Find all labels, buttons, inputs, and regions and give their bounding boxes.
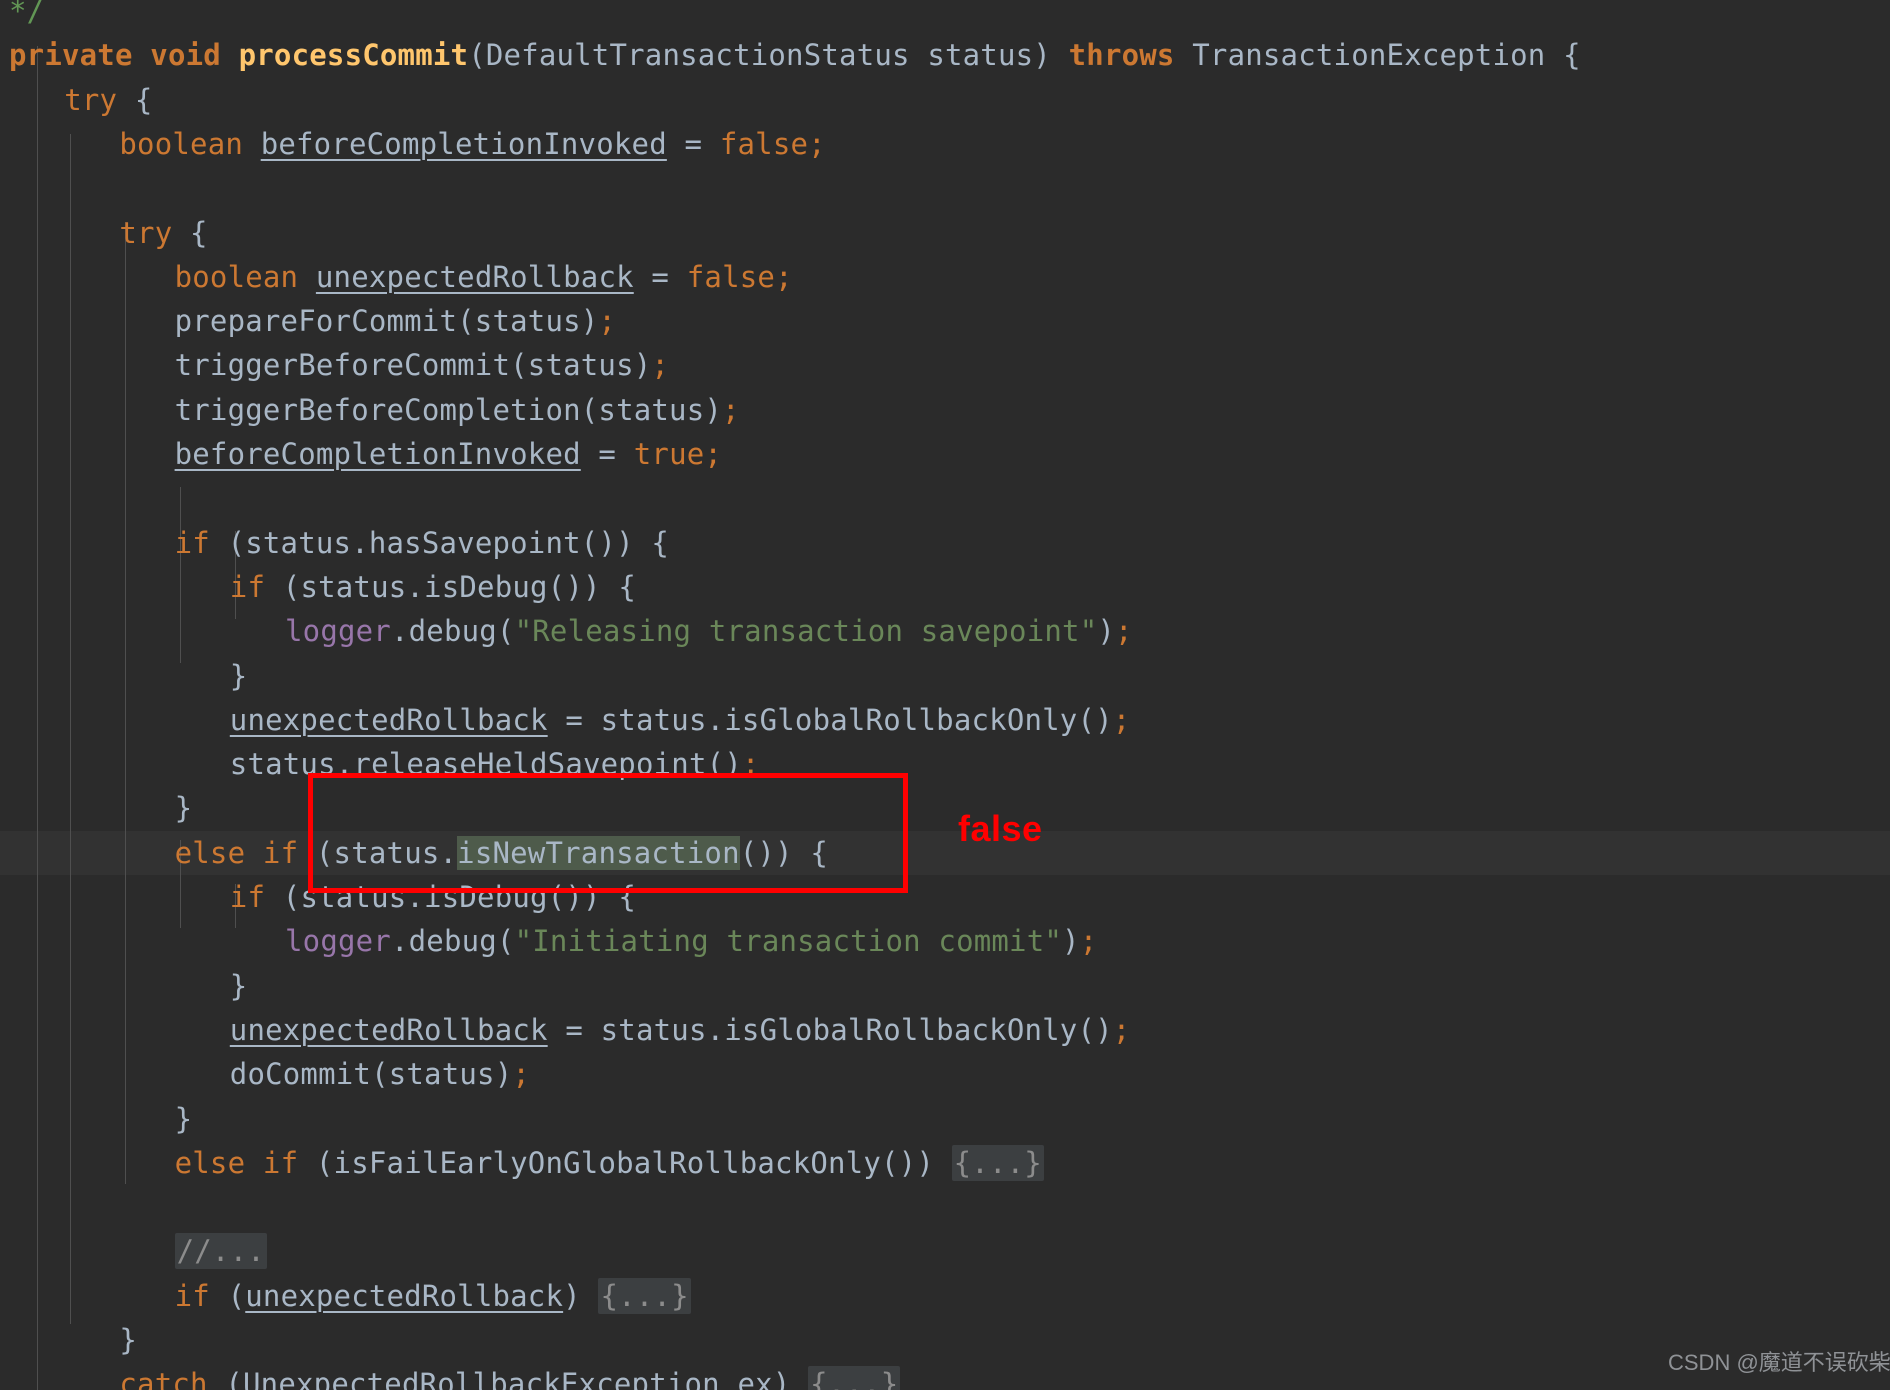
code-token: if [174,525,210,560]
code-token: {...} [808,1366,901,1390]
code-token: ) [1062,924,1080,959]
code-token: unexpectedRollback [315,259,634,294]
code-token: .debug( [390,924,515,959]
code-token: ) [1097,614,1116,649]
code-token: if [229,880,266,914]
code-token: } [119,1323,138,1357]
indent-guide [180,487,181,663]
code-token: ; [775,259,793,294]
code-token: } [174,1101,193,1136]
code-token: ; [1112,702,1131,737]
code-token: if [229,569,266,604]
code-token: unexpectedRollback [229,1012,548,1047]
code-token: (status. [298,835,458,870]
code-token: else [174,1145,246,1180]
code-token: "Initiating transaction commit" [514,924,1063,959]
code-token: ; [741,747,760,782]
code-token: = [580,437,634,471]
code-token: logger [285,614,391,649]
code-token: doCommit(status) [229,1057,513,1092]
code-token: false [719,126,809,161]
code-token: triggerBeforeCommit(status) [174,348,652,383]
code-token: ; [1079,924,1098,959]
code-token: ()) { [739,835,829,870]
code-token: beforeCompletionInvoked [260,126,667,161]
indent-guide [125,222,126,1184]
code-token: ; [1115,614,1133,649]
code-token: processCommit [238,38,469,73]
code-token: //... [174,1233,267,1270]
code-token: isNewTransaction [457,835,740,870]
code-token: ; [808,126,826,161]
code-token: (UnexpectedRollbackException ex) [207,1367,809,1390]
code-token: = status.isGlobalRollbackOnly() [547,702,1113,737]
code-token: ; [651,348,670,383]
annotation-false-label: false [958,808,1043,849]
code-token: { [117,82,153,117]
code-token: .debug( [390,614,515,649]
code-token: TransactionException { [1174,38,1581,73]
code-token: = [666,126,720,161]
code-token: {...} [598,1277,691,1314]
code-token: if [262,835,299,870]
code-token: ; [722,392,740,427]
code-token: (status.isDebug()) { [265,880,636,914]
code-token: } [174,791,193,826]
code-token: status.releaseHeldSavepoint() [229,747,742,782]
code-token: ; [512,1057,531,1092]
code-token: unexpectedRollback [245,1278,564,1313]
code-token: { [172,215,208,250]
code-token: prepareForCommit(status) [174,304,599,339]
code-token: ; [1112,1012,1131,1047]
indent-guide [37,46,38,1390]
code-token: try [64,82,118,117]
code-token: if [262,1145,299,1180]
indent-guide [70,134,71,1324]
code-token: private [9,38,133,73]
code-token: void [150,38,221,73]
code-token: else [174,835,246,870]
code-token: {...} [951,1144,1044,1181]
code-token: logger [285,924,391,959]
code-token: beforeCompletionInvoked [174,437,581,471]
code-token: "Releasing transaction savepoint" [514,614,1098,649]
code-token: try [119,215,173,250]
code-token: (isFailEarlyOnGlobalRollbackOnly()) [298,1145,952,1180]
code-editor-screenshot: */ private void processCommit(DefaultTran… [0,0,1890,1390]
code-token: catch [119,1367,208,1390]
csdn-watermark: CSDN @魔道不误砍柴功 [1668,1350,1890,1375]
code-token: boolean [119,126,244,161]
code-token: = [633,259,687,294]
code-token: } [229,968,248,1003]
code-token: */ [9,0,45,28]
code-token: if [174,1278,210,1313]
code-token: ) [563,1278,599,1313]
code-token: (DefaultTransactionStatus status) [468,38,1069,73]
code-token: false [686,259,776,294]
code-token: ; [704,437,723,471]
code-token: ( [209,1278,246,1313]
code-token: throws [1068,38,1175,73]
code-token: boolean [174,259,299,294]
code-token: unexpectedRollback [229,702,548,737]
code-token: triggerBeforeCompletion(status) [174,392,723,427]
code-token: } [229,658,248,693]
editor-text-area[interactable]: */ private void processCommit(DefaultTran… [0,0,1890,1390]
code-token: (status.isDebug()) { [265,569,636,604]
code-token: ; [598,304,617,339]
code-token: = status.isGlobalRollbackOnly() [547,1012,1113,1047]
code-token: true [633,437,705,471]
code-token: (status.hasSavepoint()) { [209,525,670,560]
